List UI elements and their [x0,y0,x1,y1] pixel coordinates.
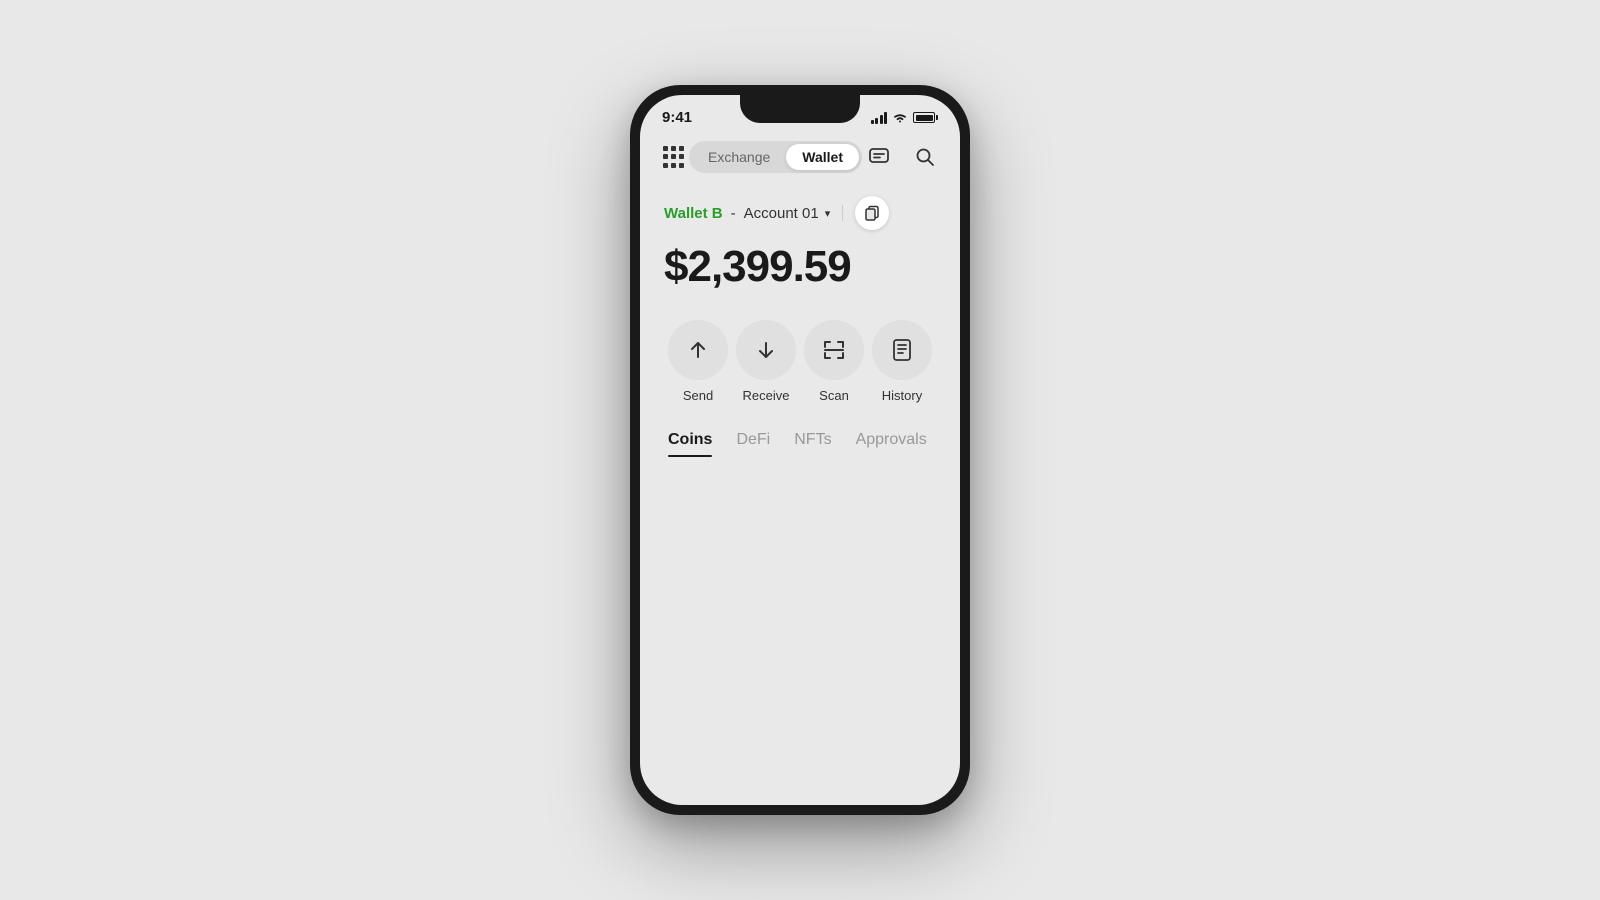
wallet-content: Wallet B - Account 01 ▾ $2,399.59 [640,186,960,457]
grid-menu-button[interactable] [658,140,689,174]
grid-icon [663,146,685,168]
status-time: 9:41 [662,109,692,126]
wallet-tab[interactable]: Wallet [786,144,859,170]
account-divider [842,205,843,221]
header-icon-group [862,140,942,174]
exchange-tab[interactable]: Exchange [692,144,786,170]
messages-button[interactable] [862,140,896,174]
content-tabs: Coins DeFi NFTs Approvals [664,431,936,457]
phone-notch [740,95,860,123]
receive-action[interactable]: Receive [736,320,796,403]
history-icon [890,338,914,362]
scan-label: Scan [819,388,849,403]
account-row: Wallet B - Account 01 ▾ [664,196,936,230]
phone-mockup: 9:41 [630,85,970,815]
wifi-icon [892,112,908,124]
send-icon [686,338,710,362]
scan-icon [821,337,847,363]
messages-icon [867,145,891,169]
send-label: Send [683,388,713,403]
scan-button[interactable] [804,320,864,380]
action-buttons: Send Receive [664,320,936,403]
approvals-tab[interactable]: Approvals [856,431,927,457]
battery-icon [913,112,938,123]
receive-button[interactable] [736,320,796,380]
send-button[interactable] [668,320,728,380]
receive-icon [754,338,778,362]
copy-icon [864,205,880,221]
app-header: Exchange Wallet [640,132,960,186]
search-icon [914,146,936,168]
signal-icon [871,112,888,124]
copy-address-button[interactable] [855,196,889,230]
account-separator-text: - [731,205,736,222]
phone-screen: 9:41 [640,95,960,805]
history-label: History [882,388,922,403]
account-chevron-icon: ▾ [825,207,831,220]
scan-action[interactable]: Scan [804,320,864,403]
nfts-tab[interactable]: NFTs [794,431,831,457]
coins-tab[interactable]: Coins [668,431,712,457]
send-action[interactable]: Send [668,320,728,403]
search-button[interactable] [908,140,942,174]
main-tab-switcher: Exchange Wallet [689,141,862,173]
wallet-name: Wallet B [664,205,723,222]
history-button[interactable] [872,320,932,380]
account-label: Account 01 [744,205,819,222]
history-action[interactable]: History [872,320,932,403]
status-icons [871,112,939,124]
balance-amount: $2,399.59 [664,242,936,292]
defi-tab[interactable]: DeFi [736,431,770,457]
receive-label: Receive [743,388,790,403]
